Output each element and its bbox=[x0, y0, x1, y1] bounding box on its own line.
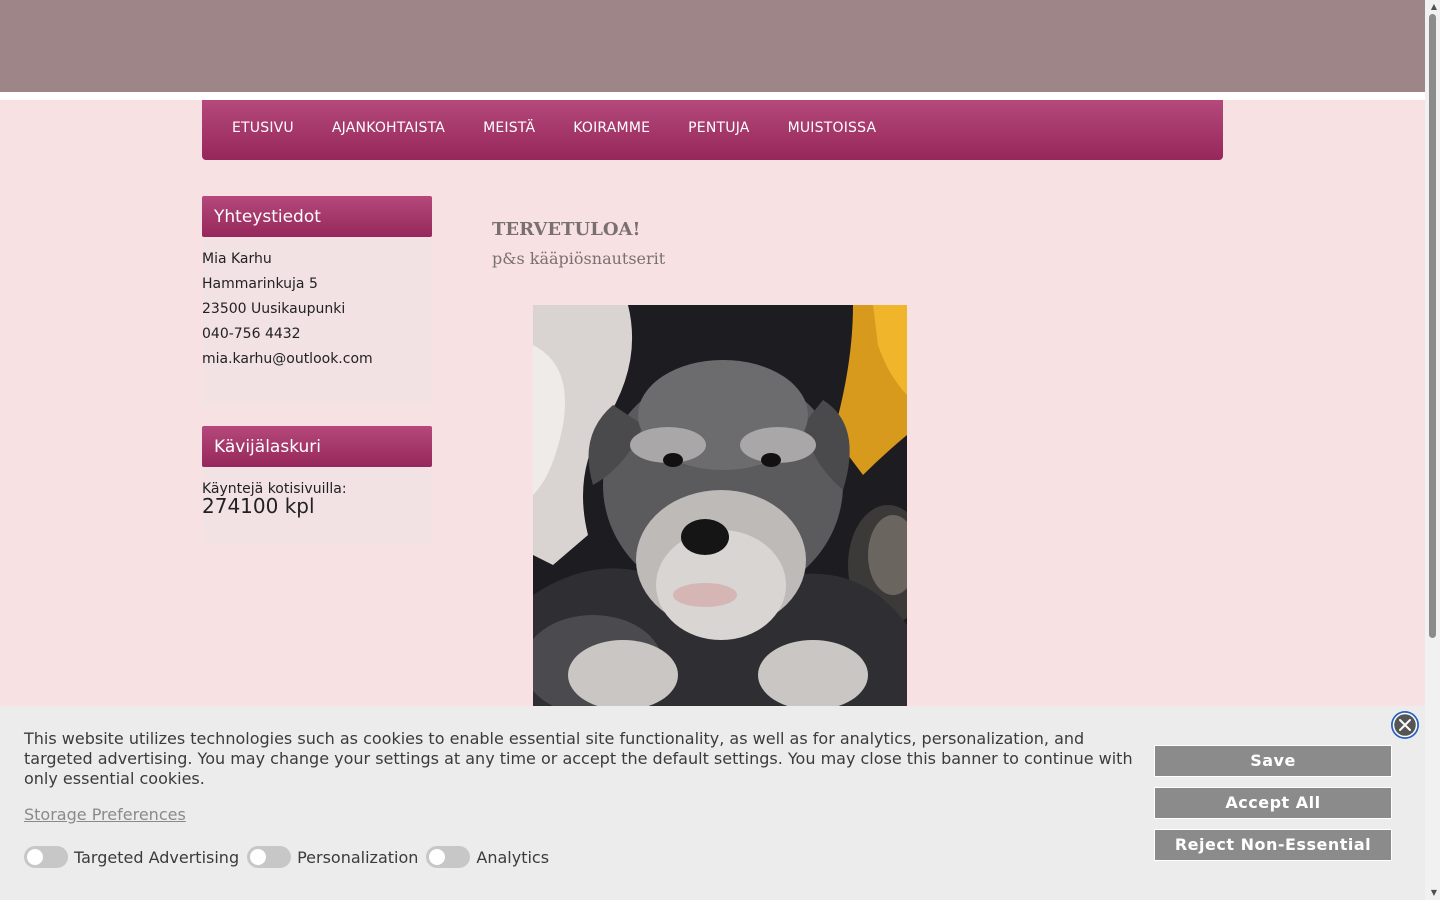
visitor-counter-box: Kävijälaskuri Käyntejä kotisivuilla: 274… bbox=[202, 426, 432, 544]
cookie-banner: This website utilizes technologies such … bbox=[0, 706, 1425, 900]
page-subtitle: p&s kääpiösnautserit bbox=[492, 249, 666, 268]
toggle-label: Targeted Advertising bbox=[74, 847, 240, 867]
scroll-up-icon[interactable]: ▲ bbox=[1431, 2, 1437, 12]
contact-name: Mia Karhu bbox=[202, 251, 272, 267]
toggle-label: Personalization bbox=[297, 847, 419, 867]
targeted-advertising-toggle[interactable]: Targeted Advertising bbox=[24, 846, 239, 868]
visitor-counter-value: 274100 kpl bbox=[202, 494, 315, 518]
toggle-switch[interactable] bbox=[24, 846, 68, 868]
page-title: TERVETULOA! bbox=[492, 219, 641, 240]
nav-item-etusivu[interactable]: ETUSIVU bbox=[232, 118, 294, 138]
toggle-switch[interactable] bbox=[426, 846, 471, 868]
nav-item-meista[interactable]: MEISTÄ bbox=[483, 118, 535, 138]
nav-item-ajankohtaista[interactable]: AJANKOHTAISTA bbox=[332, 118, 445, 138]
personalization-toggle[interactable]: Personalization bbox=[247, 846, 418, 868]
main-navigation: ETUSIVU AJANKOHTAISTA MEISTÄ KOIRAMME PE… bbox=[202, 100, 1223, 160]
contact-street: Hammarinkuja 5 bbox=[202, 276, 318, 292]
contact-box-title: Yhteystiedot bbox=[202, 196, 432, 237]
contact-box: Yhteystiedot Mia Karhu Hammarinkuja 5 23… bbox=[202, 196, 432, 406]
nav-item-koiramme[interactable]: KOIRAMME bbox=[573, 118, 650, 138]
accept-all-button[interactable]: Accept All bbox=[1154, 787, 1392, 819]
nav-item-pentuja[interactable]: PENTUJA bbox=[688, 118, 749, 138]
scroll-down-icon[interactable]: ▼ bbox=[1431, 888, 1437, 898]
save-button[interactable]: Save bbox=[1154, 745, 1392, 777]
page-scrollbar[interactable]: ▲ ▼ bbox=[1425, 0, 1440, 900]
header-divider bbox=[0, 92, 1425, 100]
contact-phone: 040-756 4432 bbox=[202, 326, 301, 342]
contact-email: mia.karhu@outlook.com bbox=[202, 351, 373, 367]
visitor-counter-title: Kävijälaskuri bbox=[202, 426, 432, 467]
cookie-toggles: Targeted Advertising Personalization Ana… bbox=[24, 846, 557, 868]
nav-item-muistoissa[interactable]: MUISTOISSA bbox=[788, 118, 877, 138]
scrollbar-thumb[interactable] bbox=[1429, 14, 1436, 638]
storage-preferences-link[interactable]: Storage Preferences bbox=[24, 805, 186, 824]
analytics-toggle[interactable]: Analytics bbox=[426, 846, 549, 868]
contact-city: 23500 Uusikaupunki bbox=[202, 301, 346, 317]
toggle-label: Analytics bbox=[476, 847, 550, 867]
header-banner bbox=[0, 0, 1425, 92]
schnauzer-puppy-photo bbox=[533, 305, 907, 707]
cookie-banner-text: This website utilizes technologies such … bbox=[24, 729, 1133, 788]
toggle-switch[interactable] bbox=[247, 846, 292, 868]
close-icon[interactable] bbox=[1390, 710, 1420, 740]
reject-non-essential-button[interactable]: Reject Non-Essential bbox=[1154, 829, 1392, 861]
